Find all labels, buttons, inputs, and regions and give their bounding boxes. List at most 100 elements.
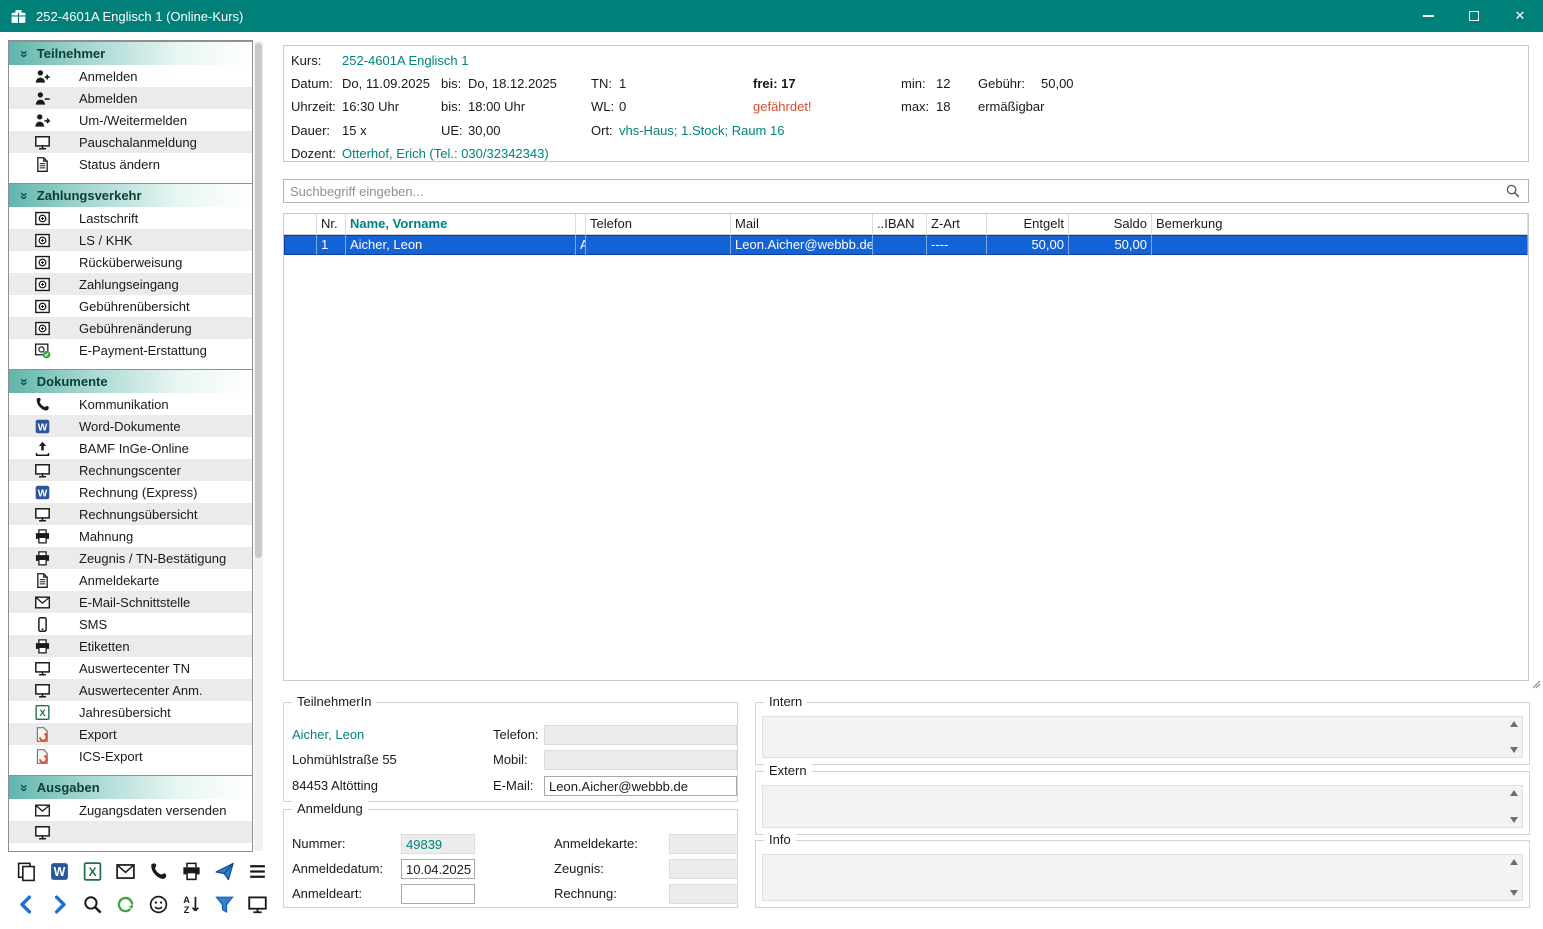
toolbar-sort-button[interactable]: AZ <box>178 890 206 918</box>
sidebar-item[interactable]: Abmelden <box>9 87 252 109</box>
sidebar-section-header[interactable]: » Zahlungsverkehr <box>9 183 252 207</box>
column-header-saldo[interactable]: Saldo <box>1069 214 1152 234</box>
toolbar-zoom-button[interactable] <box>79 890 107 918</box>
sidebar-item[interactable]: Gebührenübersicht <box>9 295 252 317</box>
scroll-down-icon[interactable] <box>1510 747 1518 753</box>
scroll-down-icon[interactable] <box>1510 817 1518 823</box>
toolbar-print-button[interactable] <box>178 857 206 885</box>
toolbar-filter-button[interactable] <box>211 890 239 918</box>
toolbar-phone-button[interactable] <box>145 857 173 885</box>
sidebar-scrollbar[interactable] <box>254 41 263 851</box>
sidebar-item[interactable]: Export <box>9 723 252 745</box>
toolbar-send-button[interactable] <box>211 857 239 885</box>
search-icon[interactable] <box>1505 183 1521 199</box>
column-header-z-art[interactable]: Z-Art <box>927 214 987 234</box>
toolbar-excel-button[interactable]: X <box>79 857 107 885</box>
sidebar-item[interactable]: Zeugnis / TN-Bestätigung <box>9 547 252 569</box>
sidebar-item[interactable]: E-Mail-Schnittstelle <box>9 591 252 613</box>
column-header-nr-[interactable]: Nr. <box>317 214 346 234</box>
sidebar-item[interactable]: Gebührenänderung <box>9 317 252 339</box>
column-header-name-vorname[interactable]: Name, Vorname <box>346 214 576 234</box>
sidebar-item[interactable]: Zugangsdaten versenden <box>9 799 252 821</box>
sidebar-item[interactable]: Pauschalanmeldung <box>9 131 252 153</box>
sidebar-item[interactable]: Um-/Weitermelden <box>9 109 252 131</box>
sidebar-item[interactable]: Rechnungsübersicht <box>9 503 252 525</box>
resize-grip-icon[interactable] <box>1531 675 1542 690</box>
toolbar-menu-button[interactable] <box>244 857 272 885</box>
column-header-telefon[interactable]: Telefon <box>586 214 731 234</box>
sidebar-item[interactable]: Anmeldekarte <box>9 569 252 591</box>
cell-sel[interactable] <box>284 235 317 255</box>
toolbar-monitor-button[interactable] <box>244 890 272 918</box>
zeugnis-field[interactable] <box>669 859 738 879</box>
extern-textarea[interactable] <box>762 785 1523 828</box>
column-header-entgelt[interactable]: Entgelt <box>987 214 1069 234</box>
search-input[interactable] <box>284 180 1498 202</box>
sidebar-item[interactable]: E-Payment-Erstattung <box>9 339 252 361</box>
toolbar-refresh-button[interactable] <box>112 890 140 918</box>
maximize-button[interactable] <box>1451 0 1497 32</box>
mobil-field[interactable] <box>544 750 737 770</box>
ort-link[interactable]: vhs-Haus; 1.Stock; Raum 16 <box>619 123 784 138</box>
sidebar-item[interactable] <box>9 821 252 843</box>
cell-mail[interactable]: Leon.Aicher@webbb.de <box>731 235 873 255</box>
sidebar-section-header[interactable]: » Dokumente <box>9 369 252 393</box>
sidebar-section-header[interactable]: » Teilnehmer <box>9 41 252 65</box>
sidebar-item[interactable]: Anmelden <box>9 65 252 87</box>
cell-telefon[interactable] <box>586 235 731 255</box>
scroll-down-icon[interactable] <box>1510 890 1518 896</box>
sidebar-item[interactable]: Status ändern <box>9 153 252 175</box>
sidebar-item[interactable]: W Rechnung (Express) <box>9 481 252 503</box>
cell-iban[interactable] <box>873 235 927 255</box>
toolbar-back-button[interactable] <box>13 890 41 918</box>
sidebar-item[interactable]: Auswertecenter Anm. <box>9 679 252 701</box>
sidebar-item[interactable]: ICS-Export <box>9 745 252 767</box>
cell-nr[interactable]: 1 <box>317 235 346 255</box>
scrollbar-thumb[interactable] <box>255 43 262 558</box>
cell-entgelt[interactable]: 50,00 <box>987 235 1069 255</box>
column-header-blank[interactable] <box>576 214 586 234</box>
sidebar-item[interactable]: Rechnungscenter <box>9 459 252 481</box>
scroll-up-icon[interactable] <box>1510 859 1518 865</box>
cell-flag[interactable]: A <box>576 235 586 255</box>
intern-textarea[interactable] <box>762 716 1523 758</box>
close-button[interactable]: ✕ <box>1497 0 1543 32</box>
cell-saldo[interactable]: 50,00 <box>1069 235 1152 255</box>
anmeldedatum-field[interactable]: 10.04.2025 <box>401 859 475 879</box>
sidebar-item[interactable]: Zahlungseingang <box>9 273 252 295</box>
column-header-bemerkung[interactable]: Bemerkung <box>1152 214 1528 234</box>
email-field[interactable]: Leon.Aicher@webbb.de <box>544 776 737 796</box>
participant-name-link[interactable]: Aicher, Leon <box>292 727 364 742</box>
sidebar-item[interactable]: Kommunikation <box>9 393 252 415</box>
sidebar-item[interactable]: Lastschrift <box>9 207 252 229</box>
rechnung-field[interactable] <box>669 884 738 904</box>
scroll-up-icon[interactable] <box>1510 790 1518 796</box>
sidebar-item[interactable]: Etiketten <box>9 635 252 657</box>
cell-zart[interactable]: ---- <box>927 235 987 255</box>
sidebar-item[interactable]: LS / KHK <box>9 229 252 251</box>
toolbar-smiley-button[interactable] <box>145 890 173 918</box>
toolbar-copy-button[interactable] <box>13 857 41 885</box>
telefon-field[interactable] <box>544 725 737 745</box>
sidebar-item[interactable]: W Word-Dokumente <box>9 415 252 437</box>
sidebar-item[interactable]: Rücküberweisung <box>9 251 252 273</box>
sidebar-item[interactable]: Auswertecenter TN <box>9 657 252 679</box>
nummer-value[interactable]: 49839 <box>406 837 442 852</box>
info-textarea[interactable] <box>762 854 1523 901</box>
toolbar-mail-button[interactable] <box>112 857 140 885</box>
kurs-link[interactable]: 252-4601A Englisch 1 <box>342 53 468 68</box>
sidebar-item[interactable]: SMS <box>9 613 252 635</box>
cell-name[interactable]: Aicher, Leon <box>346 235 576 255</box>
sidebar-item[interactable]: X Jahresübersicht <box>9 701 252 723</box>
toolbar-forward-button[interactable] <box>46 890 74 918</box>
dozent-link[interactable]: Otterhof, Erich (Tel.: 030/32342343) <box>342 146 549 161</box>
column-header--iban[interactable]: ..IBAN <box>873 214 927 234</box>
toolbar-word-button[interactable]: W <box>46 857 74 885</box>
nummer-field[interactable]: 49839 <box>401 834 475 854</box>
column-header-mail[interactable]: Mail <box>731 214 873 234</box>
scroll-up-icon[interactable] <box>1510 721 1518 727</box>
table-row-selected[interactable]: 1Aicher, LeonALeon.Aicher@webbb.de----50… <box>284 235 1528 255</box>
sidebar-item[interactable]: BAMF InGe-Online <box>9 437 252 459</box>
anmeldeart-field[interactable] <box>401 884 475 904</box>
column-header-blank[interactable] <box>284 214 317 234</box>
